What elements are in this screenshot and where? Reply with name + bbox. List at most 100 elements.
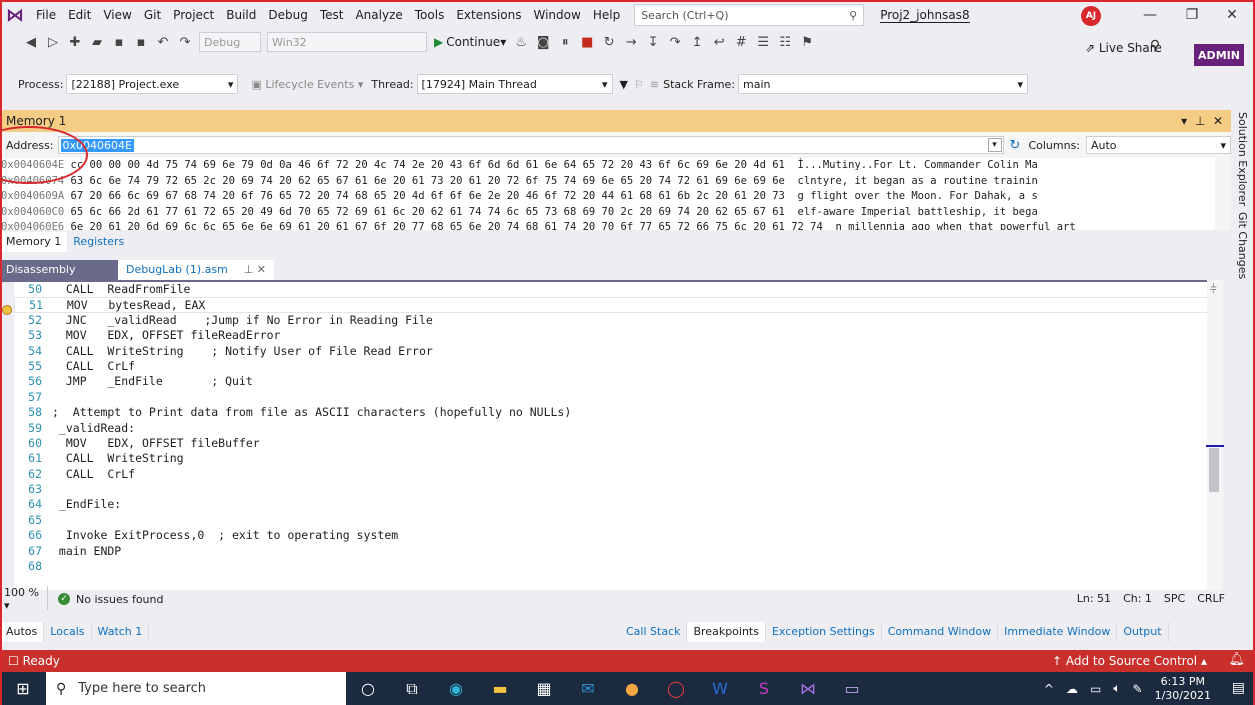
- save-icon[interactable]: ▪: [108, 32, 130, 52]
- menu-extensions[interactable]: Extensions: [450, 0, 527, 30]
- menu-tools[interactable]: Tools: [409, 0, 451, 30]
- process-dropdown[interactable]: [22188] Project.exe ▾: [66, 74, 239, 94]
- split-editor-icon[interactable]: ⫩: [1210, 282, 1217, 297]
- volume-icon[interactable]: 🔈︎: [1113, 681, 1120, 696]
- show-next-statement-icon[interactable]: →: [620, 32, 642, 52]
- restart-icon[interactable]: ↻: [598, 32, 620, 52]
- taskbar-search[interactable]: ⚲ Type here to search: [46, 672, 346, 705]
- menu-view[interactable]: View: [97, 0, 137, 30]
- tab-call-stack[interactable]: Call Stack: [620, 622, 688, 642]
- file-explorer-icon[interactable]: ▬: [478, 672, 522, 705]
- platform-dropdown[interactable]: Win32: [267, 32, 427, 52]
- memory-scrollbar[interactable]: [1215, 158, 1231, 230]
- close-icon[interactable]: ✕: [1213, 114, 1223, 128]
- tab-registers[interactable]: Registers: [67, 232, 130, 252]
- back-icon[interactable]: ◀: [20, 32, 42, 52]
- pause-icon[interactable]: ⏸: [554, 32, 576, 52]
- zoom-dropdown[interactable]: 100 % ▾: [0, 586, 48, 612]
- task-view-icon[interactable]: ⧉: [390, 672, 434, 705]
- whitespace-mode[interactable]: SPC: [1164, 592, 1185, 605]
- thread-dropdown[interactable]: [17924] Main Thread ▾: [416, 74, 613, 94]
- save-all-icon[interactable]: ▪: [130, 32, 152, 52]
- side-tab-git-changes[interactable]: Git Changes: [1236, 212, 1249, 279]
- menu-edit[interactable]: Edit: [62, 0, 97, 30]
- mail-icon[interactable]: ✉: [566, 672, 610, 705]
- clock[interactable]: 6:13 PM 1/30/2021: [1155, 675, 1211, 703]
- action-center-icon[interactable]: ▤: [1232, 680, 1245, 696]
- tab-command-window[interactable]: Command Window: [882, 622, 999, 642]
- visual-studio-icon[interactable]: ⋈: [786, 672, 830, 705]
- configuration-dropdown[interactable]: Debug: [199, 32, 261, 52]
- tab-breakpoints[interactable]: Breakpoints: [687, 622, 766, 642]
- opera-icon[interactable]: ◯: [654, 672, 698, 705]
- filter-icon[interactable]: ▼: [620, 78, 628, 91]
- hot-reload-icon[interactable]: ♨: [510, 32, 532, 52]
- screenshot-icon[interactable]: ◙: [532, 32, 554, 52]
- tab-autos[interactable]: Autos: [0, 622, 45, 642]
- refresh-icon[interactable]: ↻: [1010, 138, 1021, 153]
- editor-scroll-thumb[interactable]: [1209, 448, 1219, 492]
- edge-icon[interactable]: ◉: [434, 672, 478, 705]
- store-icon[interactable]: ▦: [522, 672, 566, 705]
- menu-project[interactable]: Project: [167, 0, 220, 30]
- continue-button[interactable]: ▶ Continue ▾: [430, 35, 510, 49]
- breakpoint-gutter[interactable]: [0, 282, 14, 590]
- forward-icon[interactable]: ▷: [42, 32, 64, 52]
- restore-icon[interactable]: ❐: [1172, 0, 1212, 30]
- project-name[interactable]: Proj2_johnsas8: [880, 8, 970, 23]
- menu-build[interactable]: Build: [220, 0, 262, 30]
- battery-icon[interactable]: ▭: [1090, 682, 1101, 696]
- user-avatar[interactable]: AJ: [1081, 6, 1101, 26]
- word-icon[interactable]: W: [698, 672, 742, 705]
- add-to-source-control-button[interactable]: ↑ Add to Source Control ▴: [1052, 654, 1207, 668]
- menu-file[interactable]: File: [30, 0, 62, 30]
- minimize-icon[interactable]: —: [1130, 0, 1170, 30]
- bookmark-icon[interactable]: ⚑: [796, 32, 818, 52]
- menu-help[interactable]: Help: [587, 0, 626, 30]
- pen-icon[interactable]: ✎: [1133, 682, 1143, 696]
- columns-dropdown[interactable]: Auto ▾: [1086, 136, 1231, 154]
- close-icon[interactable]: ⊥ ✕: [244, 260, 266, 280]
- tab-disassembly[interactable]: Disassembly: [0, 260, 118, 280]
- windows-start-icon[interactable]: ⊞: [0, 672, 46, 705]
- menu-debug[interactable]: Debug: [262, 0, 313, 30]
- address-input[interactable]: 0x0040604E: [57, 136, 1004, 154]
- stop-icon[interactable]: ■: [576, 32, 598, 52]
- step-over-icon[interactable]: ↷: [664, 32, 686, 52]
- tab-exception-settings[interactable]: Exception Settings: [766, 622, 882, 642]
- cortana-icon[interactable]: ○: [346, 672, 390, 705]
- side-tab-solution-explorer[interactable]: Solution Explorer: [1236, 112, 1249, 206]
- pin-icon[interactable]: ⊥: [1195, 114, 1205, 128]
- stack-frame-dropdown[interactable]: main ▾: [738, 74, 1029, 94]
- new-project-icon[interactable]: ✚: [64, 32, 86, 52]
- menu-analyze[interactable]: Analyze: [349, 0, 408, 30]
- step-into-icon[interactable]: ↧: [642, 32, 664, 52]
- tab-memory-1[interactable]: Memory 1: [0, 232, 68, 252]
- chevron-down-icon[interactable]: ▾: [987, 138, 1002, 152]
- step-out-icon[interactable]: ↥: [686, 32, 708, 52]
- tab-immediate-window[interactable]: Immediate Window: [998, 622, 1118, 642]
- memory-grid[interactable]: 0x0040604E cc 00 00 00 4d 75 74 69 6e 79…: [0, 158, 1215, 230]
- skype-icon[interactable]: S: [742, 672, 786, 705]
- console-icon[interactable]: ▭: [830, 672, 874, 705]
- search-box[interactable]: Search (Ctrl+Q) ⚲: [634, 4, 865, 26]
- flag-icon[interactable]: ⚐: [634, 78, 644, 91]
- open-folder-icon[interactable]: ▰: [86, 32, 108, 52]
- close-icon[interactable]: ✕: [1212, 0, 1252, 30]
- dropdown-icon[interactable]: ▾: [1181, 114, 1187, 128]
- tab-watch-1[interactable]: Watch 1: [92, 622, 150, 642]
- firefox-icon[interactable]: ●: [610, 672, 654, 705]
- redo-icon[interactable]: ↷: [174, 32, 196, 52]
- undo-icon[interactable]: ↶: [152, 32, 174, 52]
- menu-git[interactable]: Git: [138, 0, 167, 30]
- notifications-icon[interactable]: 🔔︎: [1228, 652, 1245, 667]
- menu-window[interactable]: Window: [528, 0, 587, 30]
- cloud-icon[interactable]: ☁: [1066, 682, 1078, 696]
- feedback-icon[interactable]: ⚲: [1135, 36, 1175, 56]
- code-editor[interactable]: 50 CALL ReadFromFile 51 MOV bytesRead, E…: [0, 280, 1215, 590]
- undo-step-icon[interactable]: ↩: [708, 32, 730, 52]
- tab-locals[interactable]: Locals: [44, 622, 92, 642]
- lifecycle-events-button[interactable]: ▣ Lifecycle Events ▾: [251, 78, 363, 91]
- menu-test[interactable]: Test: [314, 0, 350, 30]
- line-ending[interactable]: CRLF: [1197, 592, 1225, 605]
